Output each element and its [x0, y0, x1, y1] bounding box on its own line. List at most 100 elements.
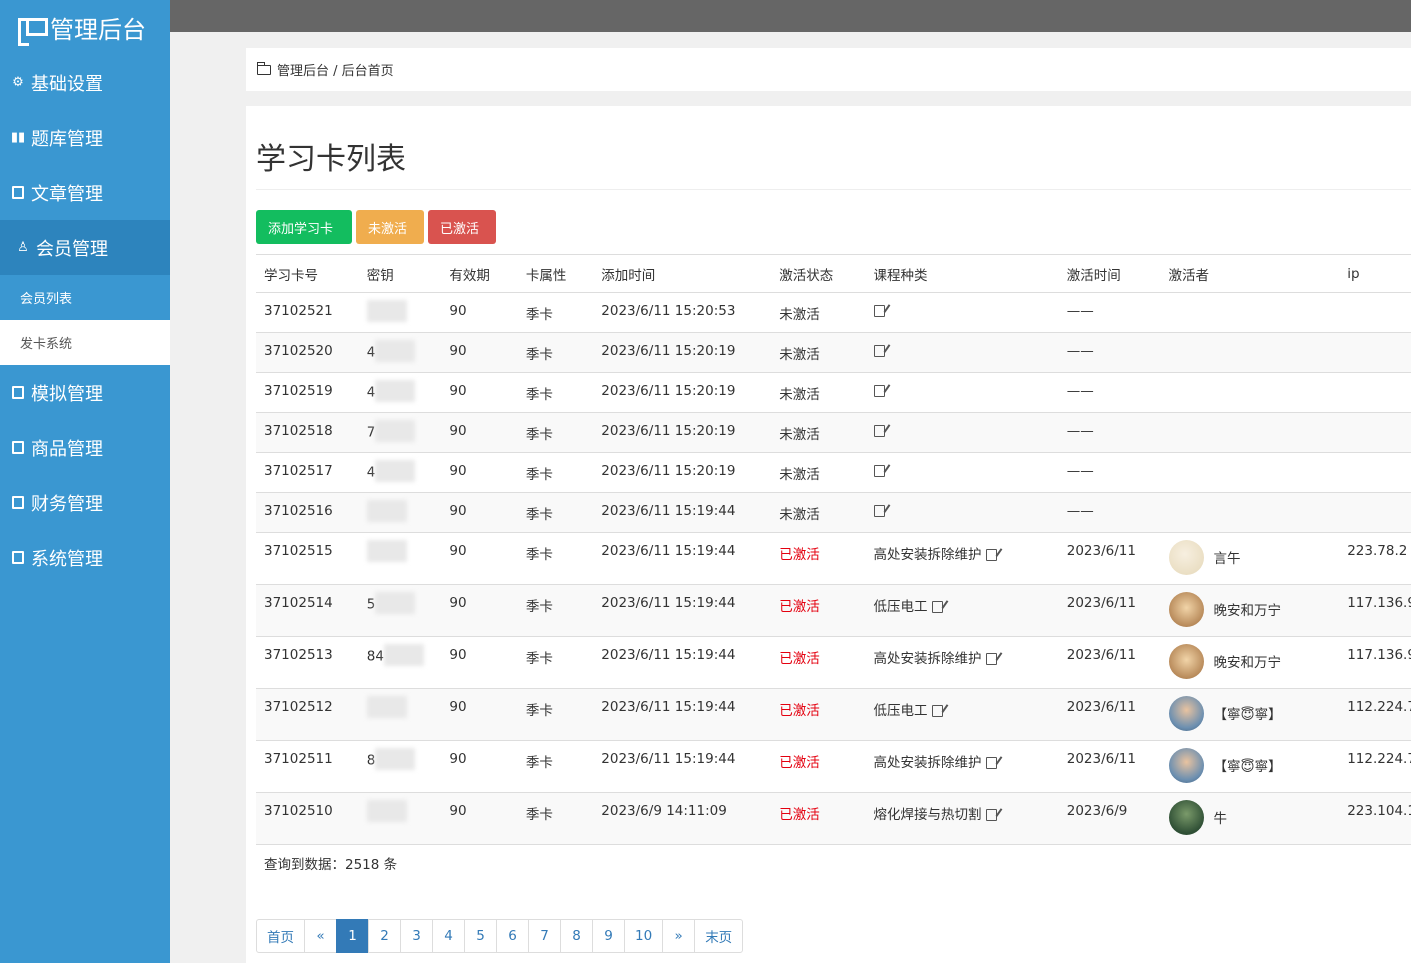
- edit-icon[interactable]: [873, 465, 885, 477]
- validity-days: 90: [441, 452, 518, 493]
- page-link[interactable]: 1: [336, 919, 369, 953]
- activation-time: ——: [1058, 292, 1161, 333]
- sidebar-subitem-card-system[interactable]: 发卡系统: [0, 320, 170, 365]
- page-link[interactable]: «: [304, 919, 337, 953]
- added-time: 2023/6/11 15:19:44: [593, 636, 772, 689]
- edit-icon[interactable]: [985, 757, 997, 769]
- course-type: 高处安装拆除维护: [865, 740, 1059, 793]
- top-bar: [170, 0, 1411, 32]
- page-link[interactable]: 5: [464, 919, 497, 953]
- validity-days: 90: [441, 412, 518, 453]
- table-row: 37102515 90 季卡 2023/6/11 15:19:44 已激活 高处安装拆除维…: [256, 532, 1411, 585]
- active-filter-button[interactable]: 已激活: [428, 210, 496, 244]
- page-link[interactable]: 8: [560, 919, 593, 953]
- activation-status: 已激活: [771, 792, 866, 845]
- table-row: 37102516 90 季卡 2023/6/11 15:19:44 未激活 ——: [256, 492, 1411, 533]
- activator: 晚安和万宁: [1160, 584, 1340, 637]
- brand-title: 管理后台: [50, 16, 146, 44]
- breadcrumb-text[interactable]: 管理后台 / 后台首页: [277, 60, 394, 79]
- activation-time: ——: [1058, 452, 1161, 493]
- page-link[interactable]: 末页: [694, 919, 744, 953]
- sidebar-subitem-label: 发卡系统: [20, 337, 73, 352]
- ip-address: 117.136.9: [1339, 636, 1411, 689]
- inactive-filter-button[interactable]: 未激活: [356, 210, 424, 244]
- edit-icon[interactable]: [985, 809, 997, 821]
- sidebar-item-label: 会员管理: [36, 238, 108, 260]
- folder-icon: [256, 61, 271, 75]
- card-type: 季卡: [517, 452, 594, 493]
- sidebar-item-system[interactable]: 系统管理: [0, 530, 170, 585]
- card-id: 37102520: [256, 332, 359, 373]
- activator-name: 牛: [1213, 811, 1228, 827]
- sidebar-item-goods[interactable]: 商品管理: [0, 420, 170, 475]
- sidebar-item-members[interactable]: ♙ 会员管理: [0, 220, 170, 275]
- logo-icon: [18, 16, 48, 46]
- table-row: 37102517 4 90 季卡 2023/6/11 15:20:19 未激活 ——: [256, 452, 1411, 493]
- activation-time: 2023/6/11: [1058, 636, 1161, 689]
- sidebar-item-finance[interactable]: 财务管理: [0, 475, 170, 530]
- filter-buttons: 添加学习卡 未激活 已激活: [256, 210, 496, 244]
- page-link[interactable]: 4: [432, 919, 465, 953]
- page-link[interactable]: »: [662, 919, 696, 953]
- ip-address: 223.104.1: [1339, 792, 1411, 845]
- table-row: 37102510 90 季卡 2023/6/9 14:11:09 已激活 熔化焊接与热切割…: [256, 792, 1411, 845]
- course-type: [865, 332, 1059, 373]
- edit-icon[interactable]: [873, 385, 885, 397]
- added-time: 2023/6/11 15:20:19: [593, 452, 772, 493]
- blurred-key: [375, 340, 416, 362]
- finance-icon: [11, 496, 25, 510]
- edit-icon[interactable]: [985, 549, 997, 561]
- course-name: 高处安装拆除维护: [873, 547, 982, 563]
- page-link[interactable]: 2: [368, 919, 401, 953]
- sidebar-item-label: 文章管理: [31, 183, 103, 205]
- gear-icon: ⚙: [12, 75, 24, 90]
- sidebar-item-articles[interactable]: 文章管理: [0, 165, 170, 220]
- sidebar-item-mock-exam[interactable]: 模拟管理: [0, 365, 170, 420]
- course-name: 低压电工: [873, 599, 928, 615]
- sidebar-subitem-member-list[interactable]: 会员列表: [0, 275, 170, 320]
- added-time: 2023/6/11 15:19:44: [593, 688, 772, 741]
- page-link[interactable]: 3: [400, 919, 433, 953]
- edit-icon[interactable]: [873, 305, 885, 317]
- page-link[interactable]: 6: [496, 919, 529, 953]
- edit-icon[interactable]: [985, 653, 997, 665]
- card-id: 37102519: [256, 372, 359, 413]
- validity-days: 90: [441, 584, 518, 637]
- added-time: 2023/6/11 15:20:19: [593, 372, 772, 413]
- brand[interactable]: 管理后台: [0, 0, 170, 55]
- column-header: 有效期: [441, 254, 518, 293]
- page-link[interactable]: 9: [592, 919, 625, 953]
- activator-name: 【寧😇寧】: [1213, 759, 1282, 775]
- column-header: ip: [1339, 254, 1411, 293]
- user-icon: ♙: [17, 240, 29, 255]
- sidebar-item-question-bank[interactable]: ▮▮ 题库管理: [0, 110, 170, 165]
- activation-status: 未激活: [771, 372, 866, 413]
- table-row: 37102518 7 90 季卡 2023/6/11 15:20:19 未激活 ——: [256, 412, 1411, 453]
- sidebar-subitem-label: 会员列表: [20, 292, 73, 307]
- course-type: 低压电工: [865, 688, 1059, 741]
- edit-icon[interactable]: [931, 705, 943, 717]
- ip-address: 117.136.9: [1339, 584, 1411, 637]
- activator: [1160, 372, 1340, 413]
- blurred-key: [375, 380, 416, 402]
- card-key: 4: [358, 452, 442, 493]
- activator-name: 晚安和万宁: [1213, 603, 1282, 619]
- page-link[interactable]: 10: [624, 919, 664, 953]
- page-link[interactable]: 首页: [256, 919, 305, 953]
- card-id: 37102510: [256, 792, 359, 845]
- page-link[interactable]: 7: [528, 919, 561, 953]
- card-key: [358, 792, 442, 845]
- blurred-key: [366, 696, 407, 718]
- column-header: 添加时间: [593, 254, 772, 293]
- edit-icon[interactable]: [931, 601, 943, 613]
- activation-status: 已激活: [771, 636, 866, 689]
- edit-icon[interactable]: [873, 505, 885, 517]
- sidebar-item-basic-settings[interactable]: ⚙ 基础设置: [0, 55, 170, 110]
- card-key: 5: [358, 584, 442, 637]
- ip-address: [1339, 332, 1411, 373]
- activation-status: 未激活: [771, 492, 866, 533]
- add-card-button[interactable]: 添加学习卡: [256, 210, 352, 244]
- added-time: 2023/6/11 15:20:19: [593, 332, 772, 373]
- edit-icon[interactable]: [873, 345, 885, 357]
- edit-icon[interactable]: [873, 425, 885, 437]
